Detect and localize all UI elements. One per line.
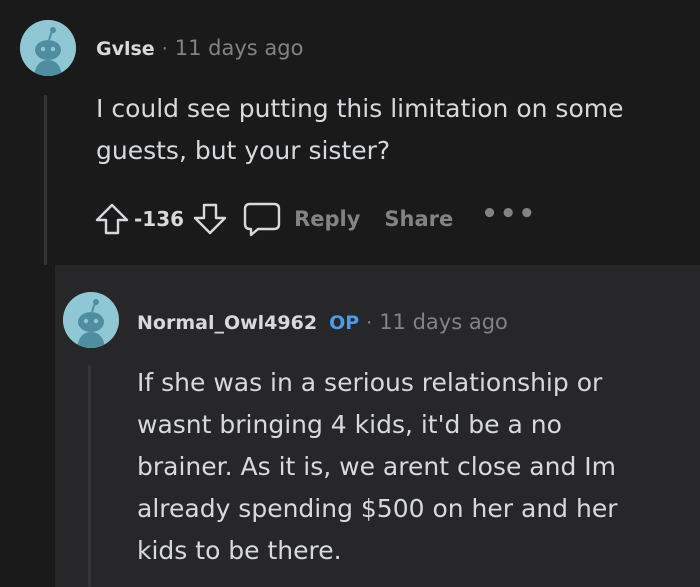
op-badge: OP	[329, 312, 360, 334]
reply-comment: Normal_Owl4962 OP · 11 days ago If she w…	[55, 265, 700, 587]
reply-button[interactable]: Reply	[242, 200, 360, 238]
reply-body-line: brainer. As it is, we arent close and Im	[137, 452, 616, 481]
comment-body-line: I could see putting this limitation on s…	[96, 94, 624, 123]
share-button[interactable]: Share	[384, 207, 453, 231]
more-options-icon[interactable]: •••	[481, 199, 537, 229]
reddit-snoo-avatar-icon	[20, 20, 76, 76]
reddit-snoo-avatar-icon	[63, 292, 119, 348]
reply-label: Reply	[294, 207, 361, 231]
meta-separator: ·	[161, 38, 168, 60]
comment-actions: -136 Reply Share •••	[94, 199, 537, 238]
downvote-arrow-icon[interactable]	[192, 201, 228, 237]
reply-body-line: If she was in a serious relationship or	[137, 368, 603, 397]
share-label: Share	[384, 207, 454, 231]
timestamp[interactable]: 11 days ago	[175, 36, 304, 60]
avatar[interactable]	[63, 292, 119, 348]
upvote-arrow-icon[interactable]	[94, 201, 130, 237]
thread-line[interactable]	[44, 95, 47, 265]
reply-meta: Normal_Owl4962 OP · 11 days ago	[137, 310, 508, 334]
comment-body-line: guests, but your sister?	[96, 136, 391, 165]
comment: Gvlse · 11 days ago I could see putting …	[0, 0, 700, 265]
thread-line[interactable]	[88, 365, 91, 587]
reply-body-line: kids to be there.	[137, 536, 342, 565]
vote-score: -136	[134, 207, 185, 231]
reply-body-line: wasnt bringing 4 kids, it'd be a no	[137, 410, 562, 439]
reply-body-line: already spending $500 on her and her	[137, 494, 618, 523]
speech-bubble-icon	[243, 202, 281, 237]
comment-body: I could see putting this limitation on s…	[96, 88, 623, 172]
avatar[interactable]	[20, 20, 76, 76]
username[interactable]: Gvlse	[96, 38, 155, 60]
comment-meta: Gvlse · 11 days ago	[96, 36, 303, 60]
meta-separator: ·	[366, 312, 373, 334]
reply-body: If she was in a serious relationship or …	[137, 362, 618, 572]
username[interactable]: Normal_Owl4962	[137, 312, 317, 334]
timestamp[interactable]: 11 days ago	[379, 310, 508, 334]
